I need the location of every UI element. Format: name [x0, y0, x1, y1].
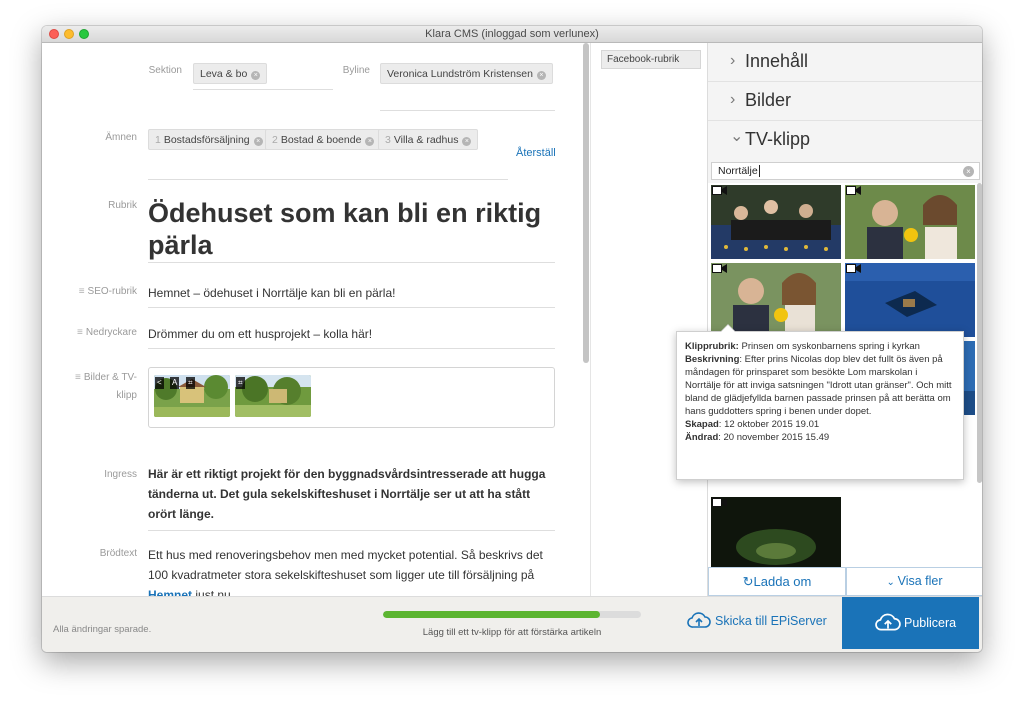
crop-icon[interactable]: ⌗ — [186, 377, 195, 389]
byline-tag[interactable]: Veronica Lundström Kristensen × — [380, 63, 553, 84]
amnen-tag-2[interactable]: 2 Bostad & boende × — [265, 129, 382, 150]
media-thumb-2[interactable]: ⌗ — [235, 375, 311, 417]
clip-thumb-4[interactable] — [845, 263, 975, 337]
video-camera-icon — [712, 498, 727, 507]
clip-thumb-2[interactable] — [845, 185, 975, 259]
bilder-label: ≡ Bilder & TV-klipp — [74, 372, 137, 401]
video-camera-icon — [712, 186, 727, 195]
publish-button[interactable]: Publicera — [842, 597, 979, 649]
seo-underline — [148, 307, 555, 308]
chevron-right-icon: › — [730, 52, 736, 69]
amnen-tag-3[interactable]: 3 Villa & radhus × — [378, 129, 479, 150]
amnen-underline — [148, 179, 508, 180]
rubrik-underline — [148, 262, 555, 263]
byline-value: Veronica Lundström Kristensen — [387, 68, 533, 80]
amnen-label: Ämnen — [105, 132, 137, 143]
nedryckare-underline — [148, 348, 555, 349]
remove-icon[interactable]: × — [253, 137, 263, 146]
byline-label: Byline — [342, 65, 370, 76]
article-editor: Sektion Leva & bo × Byline Veronica Lunds… — [42, 43, 590, 596]
brodtext-label: Brödtext — [99, 548, 137, 559]
ceremony-photo-icon — [711, 185, 841, 259]
send-to-episerver-button[interactable]: Skicka till EPiServer — [687, 611, 827, 629]
clip-scrollbar[interactable] — [977, 183, 982, 483]
sektion-value: Leva & bo — [200, 68, 248, 80]
seo-label: ≡ SEO-rubrik — [78, 286, 137, 297]
hemnet-link[interactable]: Hemnet — [148, 588, 192, 596]
nedryckare-input[interactable]: Drömmer du om ett husprojekt – kolla här… — [148, 324, 555, 344]
sektion-underline — [193, 89, 333, 90]
section-tv-klipp[interactable]: ⌄ TV-klipp — [708, 121, 982, 160]
remove-icon[interactable]: × — [462, 137, 472, 146]
titlebar: Klara CMS (inloggad som verlunex) — [42, 26, 982, 43]
sektion-tag[interactable]: Leva & bo × — [193, 63, 268, 84]
clip-thumb-7[interactable] — [711, 497, 841, 567]
social-column: Facebook-rubrik — [590, 43, 707, 596]
cloud-upload-icon — [687, 612, 711, 628]
seo-input[interactable]: Hemnet – ödehuset i Norrtälje kan bli en… — [148, 283, 555, 303]
facebook-rubrik-tab[interactable]: Facebook-rubrik — [601, 50, 701, 69]
interview-photo-icon — [845, 185, 975, 259]
amnen-tag-1[interactable]: 1 Bostadsförsäljning × — [148, 129, 270, 150]
crop-icon[interactable]: ⌗ — [236, 377, 245, 389]
byline-underline — [380, 110, 555, 111]
editor-scrollbar[interactable] — [583, 43, 589, 363]
section-bilder[interactable]: › Bilder — [708, 82, 982, 121]
share-icon[interactable]: < — [155, 377, 164, 389]
ingress-label: Ingress — [104, 469, 137, 480]
remove-icon[interactable]: × — [251, 71, 261, 80]
lake-photo-icon — [845, 263, 975, 337]
reset-link[interactable]: Återställ — [516, 147, 556, 159]
chevron-down-icon: ⌄ — [730, 128, 744, 145]
chevron-down-icon: ⌄ — [886, 577, 898, 588]
progress-hint: Lägg till ett tv-klipp för att förstärka… — [422, 627, 602, 638]
save-status: Alla ändringar sparade. — [53, 624, 152, 635]
video-camera-icon — [846, 186, 861, 195]
clip-tooltip: Klipprubrik: Prinsen om syskonbarnens sp… — [676, 324, 964, 480]
ingress-input[interactable]: Här är ett riktigt projekt för den byggn… — [148, 464, 555, 524]
nedryckare-label: ≡ Nedryckare — [77, 327, 137, 338]
ingress-underline — [148, 530, 555, 531]
garden-photo-icon — [235, 375, 311, 417]
cloud-upload-icon — [875, 613, 901, 631]
clip-search-input[interactable]: Norrtälje × — [711, 162, 980, 180]
reload-button[interactable]: ↻Ladda om — [708, 567, 846, 596]
media-thumb-1[interactable]: < A ⌗ — [154, 375, 230, 417]
progress-fill — [383, 611, 600, 618]
reload-icon: ↻ — [742, 574, 754, 589]
video-camera-icon — [712, 264, 727, 273]
remove-icon[interactable]: × — [536, 71, 546, 80]
sektion-label: Sektion — [148, 65, 182, 76]
sidebar: › Innehåll › Bilder ⌄ TV-klipp Norrtälje… — [707, 43, 982, 596]
show-more-button[interactable]: ⌄ Visa fler — [846, 567, 982, 596]
clear-search-icon[interactable]: × — [963, 166, 974, 177]
video-camera-icon — [846, 264, 861, 273]
section-innehall[interactable]: › Innehåll — [708, 43, 982, 82]
chevron-right-icon: › — [730, 91, 736, 108]
rubrik-label: Rubrik — [108, 200, 137, 211]
forest-photo-icon — [711, 497, 841, 567]
window-title: Klara CMS (inloggad som verlunex) — [425, 28, 599, 40]
brodtext-input[interactable]: Ett hus med renoveringsbehov men med myc… — [148, 545, 555, 596]
remove-icon[interactable]: × — [365, 137, 375, 146]
text-overlay-icon[interactable]: A — [170, 377, 180, 389]
media-box[interactable]: < A ⌗ ⌗ — [148, 367, 555, 428]
clip-thumb-1[interactable] — [711, 185, 841, 259]
rubrik-input[interactable]: Ödehuset som kan bli en riktig pärla — [148, 197, 568, 261]
article-progress-bar — [383, 611, 641, 618]
footer-bar: Alla ändringar sparade. Lägg till ett tv… — [42, 596, 982, 652]
